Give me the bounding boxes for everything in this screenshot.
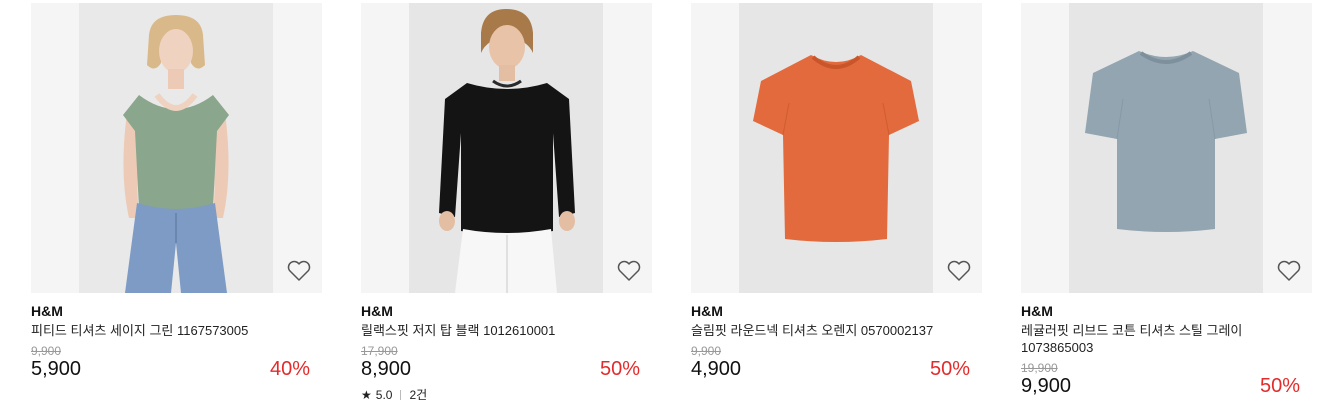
product-name[interactable]: 레귤러핏 리브드 코튼 티셔츠 스틸 그레이 1073865003: [1021, 322, 1261, 356]
product-image[interactable]: [691, 3, 982, 293]
product-brand: H&M: [361, 303, 393, 319]
product-name[interactable]: 피티드 티셔츠 세이지 그린 1167573005: [31, 322, 322, 339]
original-price: 17,900: [361, 344, 398, 358]
product-name[interactable]: 슬림핏 라운드넥 티셔츠 오렌지 0570002137: [691, 322, 982, 339]
product-image[interactable]: [31, 3, 322, 293]
product-card[interactable]: H&M 릴랙스핏 저지 탑 블랙 1012610001 17,900 8,900…: [361, 3, 652, 403]
original-price: 9,900: [31, 344, 62, 358]
product-photo-man: [409, 3, 603, 293]
discount-rate: 50%: [929, 358, 970, 380]
rating-divider: [400, 389, 402, 400]
price-row: 9,900 50%: [1021, 375, 1312, 397]
product-brand: H&M: [691, 303, 723, 319]
review-count[interactable]: 2건: [409, 386, 427, 403]
wishlist-heart-icon[interactable]: [616, 259, 642, 283]
discount-rate: 40%: [269, 358, 310, 380]
original-price: 19,900: [1021, 361, 1058, 375]
wishlist-heart-icon[interactable]: [946, 259, 972, 283]
price-row: 5,900 40%: [31, 358, 322, 380]
product-card[interactable]: H&M 슬림핏 라운드넥 티셔츠 오렌지 0570002137 9,900 4,…: [691, 3, 982, 380]
product-photo-orange-tshirt: [739, 3, 933, 293]
product-image[interactable]: [1021, 3, 1312, 293]
sale-price: 4,900: [691, 358, 742, 380]
price-row: 8,900 50%: [361, 358, 652, 380]
product-brand: H&M: [31, 303, 63, 319]
sale-price: 8,900: [361, 358, 412, 380]
star-icon: ★: [361, 387, 372, 402]
original-price: 9,900: [691, 344, 722, 358]
product-brand: H&M: [1021, 303, 1053, 319]
product-rating: ★ 5.0 2건: [361, 386, 652, 403]
discount-rate: 50%: [1259, 375, 1300, 397]
rating-score: 5.0: [375, 387, 393, 402]
sale-price: 9,900: [1021, 375, 1072, 397]
sale-price: 5,900: [31, 358, 82, 380]
product-photo-grey-tshirt: [1069, 3, 1263, 293]
product-photo-woman: [79, 3, 273, 293]
product-name[interactable]: 릴랙스핏 저지 탑 블랙 1012610001: [361, 322, 652, 339]
price-row: 4,900 50%: [691, 358, 982, 380]
wishlist-heart-icon[interactable]: [1276, 259, 1302, 283]
product-card[interactable]: H&M 레귤러핏 리브드 코튼 티셔츠 스틸 그레이 1073865003 19…: [1021, 3, 1312, 397]
product-card[interactable]: H&M 피티드 티셔츠 세이지 그린 1167573005 9,900 5,90…: [31, 3, 322, 380]
wishlist-heart-icon[interactable]: [286, 259, 312, 283]
product-grid: H&M 피티드 티셔츠 세이지 그린 1167573005 9,900 5,90…: [0, 0, 1325, 414]
discount-rate: 50%: [599, 358, 640, 380]
product-image[interactable]: [361, 3, 652, 293]
